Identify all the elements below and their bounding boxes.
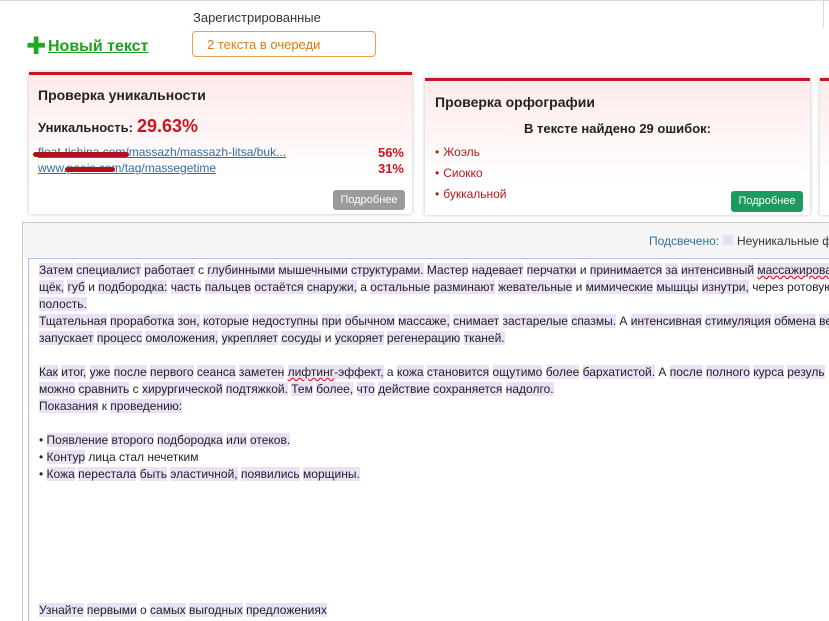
third-card-edge <box>820 78 829 215</box>
highlight-bar: Подсвечено: Неуникальные ф <box>23 223 829 257</box>
redaction-mark <box>33 152 129 157</box>
spelling-error-item[interactable]: Жоэль <box>435 145 507 166</box>
text-editor[interactable]: Затем специалист работает с глубинными м… <box>28 258 829 621</box>
new-text-label: Новый текст <box>48 38 149 55</box>
text-line: Узнайте первыми о самых выгодных предлож… <box>39 603 327 617</box>
queue-status-field[interactable]: 2 текста в очереди <box>192 31 376 57</box>
uniqueness-line: Уникальность: 29.63% <box>38 116 198 137</box>
text-line <box>39 568 829 585</box>
text-line <box>39 415 829 432</box>
text-line <box>39 500 829 517</box>
uniqueness-card: Проверка уникальности Уникальность: 29.63… <box>29 72 412 214</box>
text-panel: Подсвечено: Неуникальные ф Затем специал… <box>22 222 829 621</box>
text-line <box>39 551 829 568</box>
uniqueness-more-button[interactable]: Подробнее <box>333 190 405 210</box>
text-line: можно сравнить с хирургической подтяжкой… <box>39 382 554 396</box>
text-line: щёк, губ и подбородка: часть пальцев ост… <box>39 280 829 294</box>
text-line <box>39 347 829 364</box>
new-text-button[interactable]: ✚ Новый текст <box>26 33 149 60</box>
text-line: запускает процесс омоложения, укрепляет … <box>39 331 505 345</box>
text-line: полость. <box>39 297 87 311</box>
top-border <box>0 0 829 1</box>
source-percent: 31% <box>377 161 404 176</box>
text-line <box>39 534 829 551</box>
text-line: Тщательная проработка зон, которые недос… <box>39 313 829 330</box>
spelling-error-item[interactable]: Сиокко <box>435 166 507 187</box>
uniqueness-value: 29.63% <box>136 116 199 136</box>
highlight-swatch <box>723 235 733 245</box>
plus-icon: ✚ <box>26 33 47 60</box>
text-line: Как итог, уже после первого сеанса замет… <box>39 365 825 379</box>
text-line: • Кожа перестала быть эластичной, появил… <box>39 467 360 481</box>
uniqueness-title: Проверка уникальности <box>38 87 206 103</box>
spelling-more-button[interactable]: Подробнее <box>731 191 803 212</box>
text-line <box>39 483 829 500</box>
text-line: Затем специалист работает с глубинными м… <box>39 262 829 279</box>
text-line: • Появление второго подбородка или отеко… <box>39 433 291 447</box>
text-line <box>39 517 829 534</box>
redaction-mark <box>65 167 115 172</box>
spelling-error-list: Жоэль Сиокко буккальной <box>435 145 507 208</box>
divider <box>823 0 824 28</box>
highlight-label[interactable]: Подсвечено: <box>649 234 719 248</box>
text-line: • Контур лица стал нечетким <box>39 450 199 464</box>
text-line <box>39 585 829 602</box>
spelling-title: Проверка орфографии <box>435 94 595 110</box>
spelling-error-item[interactable]: буккальной <box>435 187 506 208</box>
registered-label: Зарегистрированные <box>193 10 321 25</box>
highlight-legend: Неуникальные ф <box>737 234 829 248</box>
uniqueness-label: Уникальность: <box>38 120 133 135</box>
text-line: Показания к проведению: <box>39 399 183 413</box>
spelling-summary: В тексте найдено 29 ошибок: <box>524 121 711 136</box>
source-percent: 56% <box>377 145 404 160</box>
spelling-card: Проверка орфографии В тексте найдено 29 … <box>425 78 810 215</box>
